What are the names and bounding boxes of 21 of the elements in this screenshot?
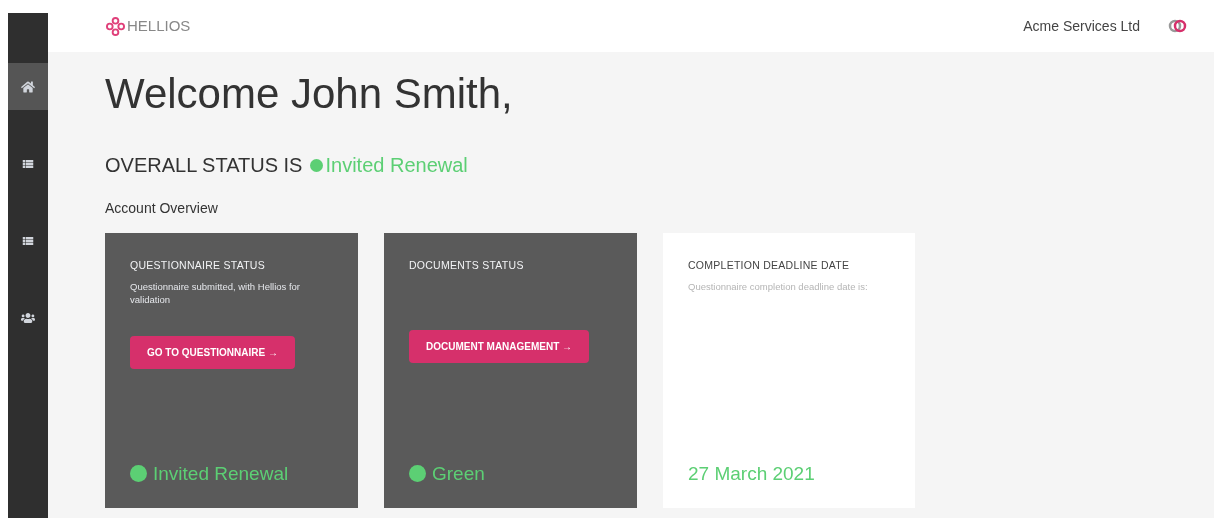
- card-button[interactable]: GO TO QUESTIONNAIRE →: [130, 335, 295, 369]
- sidebar-item[interactable]: [8, 63, 48, 110]
- card-description: Questionnaire submitted, with Hellios for validation: [130, 279, 302, 306]
- section-title: Account Overview: [105, 199, 219, 218]
- card-button[interactable]: DOCUMENT MANAGEMENT →: [409, 329, 590, 363]
- overall-status-label: OVERALL STATUS IS: [105, 153, 303, 178]
- logo-icon: [106, 16, 125, 36]
- deadline-date: 27 March 2021: [688, 461, 815, 486]
- status-text: Green: [432, 461, 485, 486]
- logo-text: HELLIOS: [127, 15, 191, 36]
- overlapping-circles-icon[interactable]: [1168, 19, 1188, 33]
- users-icon: [21, 310, 35, 325]
- card-title: DOCUMENTS STATUS: [409, 258, 525, 273]
- card-title: QUESTIONNAIRE STATUS: [130, 258, 266, 273]
- home-icon: [21, 79, 35, 94]
- overall-status-value: Invited Renewal: [325, 153, 468, 178]
- welcome-heading: Welcome John Smith,: [105, 69, 514, 119]
- card-title: COMPLETION DEADLINE DATE: [688, 258, 851, 273]
- card-description: Questionnaire completion deadline date is:: [688, 279, 869, 293]
- status-text: Invited Renewal: [153, 461, 289, 486]
- company-name: Acme Services Ltd: [1023, 16, 1140, 36]
